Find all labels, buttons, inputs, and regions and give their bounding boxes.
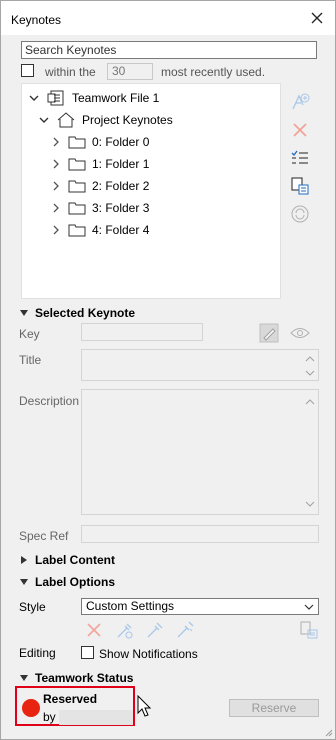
tree-item-teamwork-file[interactable]: Teamwork File 1 <box>28 89 159 107</box>
show-notifications-checkbox[interactable] <box>81 646 94 659</box>
collapse-triangle-icon <box>20 579 28 585</box>
selected-keynote-header[interactable]: Selected Keynote <box>19 306 135 320</box>
tree-label: 3: Folder 3 <box>92 201 150 215</box>
close-icon[interactable] <box>309 10 325 26</box>
list-settings-button[interactable] <box>289 147 311 169</box>
recent-count-input[interactable]: 30 <box>107 63 153 80</box>
scroll-up-icon <box>305 356 315 362</box>
edit-pencil-icon <box>259 323 279 343</box>
section-title: Teamwork Status <box>35 671 134 685</box>
scroll-down-icon <box>305 501 315 507</box>
keynotes-panel: Keynotes Search Keynotes within the 30 m… <box>0 0 336 740</box>
refresh-icon <box>291 205 309 223</box>
manage-button[interactable] <box>289 175 311 197</box>
tree-item-folder[interactable]: 4: Folder 4 <box>50 221 149 239</box>
style-label: Style <box>19 600 46 614</box>
eyedropper-icon[interactable] <box>145 620 165 640</box>
key-label: Key <box>19 327 40 341</box>
refresh-button[interactable] <box>289 203 311 225</box>
scroll-up-icon <box>305 399 315 405</box>
description-field <box>81 389 319 515</box>
delete-icon <box>293 123 307 137</box>
section-title: Selected Keynote <box>35 306 136 320</box>
collapse-triangle-icon <box>20 675 28 681</box>
chevron-down-icon[interactable] <box>28 92 40 104</box>
keynote-tree: Teamwork File 1 Project Keynotes 0: Fold… <box>21 83 281 299</box>
chevron-down-icon <box>304 604 314 610</box>
tree-item-folder[interactable]: 1: Folder 1 <box>50 155 149 173</box>
chevron-right-icon[interactable] <box>50 136 62 148</box>
style-dropdown[interactable]: Custom Settings <box>81 598 319 615</box>
chevron-down-icon[interactable] <box>38 114 50 126</box>
inject-icon[interactable] <box>175 620 195 640</box>
reserved-by-field <box>59 710 133 725</box>
key-field <box>81 323 203 341</box>
teamwork-file-icon <box>47 90 64 106</box>
folder-icon <box>68 202 86 215</box>
chevron-right-icon[interactable] <box>50 180 62 192</box>
tree-label: Project Keynotes <box>82 113 173 127</box>
tree-label: Teamwork File 1 <box>72 91 160 105</box>
tree-item-folder[interactable]: 0: Folder 0 <box>50 133 149 151</box>
delete-button[interactable] <box>289 119 311 141</box>
checklist-icon <box>291 150 308 164</box>
recent-prefix-label: within the <box>45 65 96 79</box>
document-list-icon <box>291 177 309 195</box>
reserve-button[interactable]: Reserve <box>229 699 319 717</box>
tree-label: 1: Folder 1 <box>92 157 150 171</box>
add-eyedropper-icon[interactable] <box>115 620 135 640</box>
clear-icon[interactable] <box>85 621 103 639</box>
spec-ref-field <box>81 525 319 543</box>
window-title: Keynotes <box>11 13 62 27</box>
status-text: Reserved <box>43 692 98 706</box>
recent-checkbox[interactable] <box>21 64 34 77</box>
folder-icon <box>68 136 86 149</box>
label-content-header[interactable]: Label Content <box>19 553 115 567</box>
eye-icon <box>290 328 310 338</box>
tree-item-folder[interactable]: 3: Folder 3 <box>50 199 149 217</box>
title-bar: Keynotes <box>1 1 335 35</box>
new-keynote-button[interactable] <box>289 91 311 113</box>
tree-label: 2: Folder 2 <box>92 179 150 193</box>
spec-ref-label: Spec Ref <box>19 529 69 543</box>
section-title: Label Options <box>35 575 116 589</box>
new-keynote-icon <box>292 93 310 110</box>
title-label: Title <box>19 353 42 367</box>
by-label: by <box>43 710 56 724</box>
chevron-right-icon[interactable] <box>50 224 62 236</box>
folder-icon <box>68 158 86 171</box>
chevron-right-icon[interactable] <box>50 202 62 214</box>
chevron-right-icon[interactable] <box>50 158 62 170</box>
description-label: Description <box>19 394 80 408</box>
tree-label: 4: Folder 4 <box>92 223 150 237</box>
house-icon <box>57 112 75 128</box>
folder-icon <box>68 180 86 193</box>
title-field <box>81 349 319 381</box>
teamwork-status-header[interactable]: Teamwork Status <box>19 671 133 685</box>
mouse-cursor-icon <box>137 695 152 717</box>
recent-suffix-label: most recently used. <box>161 65 266 79</box>
expand-triangle-icon <box>21 556 27 564</box>
style-dropdown-value: Custom Settings <box>86 599 175 613</box>
reservation-status: Reserved by <box>15 686 135 726</box>
scroll-down-icon <box>305 370 315 376</box>
tree-label: 0: Folder 0 <box>92 135 150 149</box>
tree-item-project-keynotes[interactable]: Project Keynotes <box>38 111 173 129</box>
collapse-triangle-icon <box>20 310 28 316</box>
label-options-header[interactable]: Label Options <box>19 575 115 589</box>
editing-label: Editing <box>19 646 56 660</box>
section-title: Label Content <box>35 553 115 567</box>
folder-icon <box>68 224 86 237</box>
resize-grip-icon[interactable] <box>323 727 333 737</box>
reserved-status-dot <box>22 699 40 717</box>
label-settings-icon[interactable] <box>299 620 319 640</box>
search-input[interactable]: Search Keynotes <box>21 41 317 59</box>
tree-item-folder[interactable]: 2: Folder 2 <box>50 177 149 195</box>
show-notifications-label: Show Notifications <box>99 647 198 661</box>
